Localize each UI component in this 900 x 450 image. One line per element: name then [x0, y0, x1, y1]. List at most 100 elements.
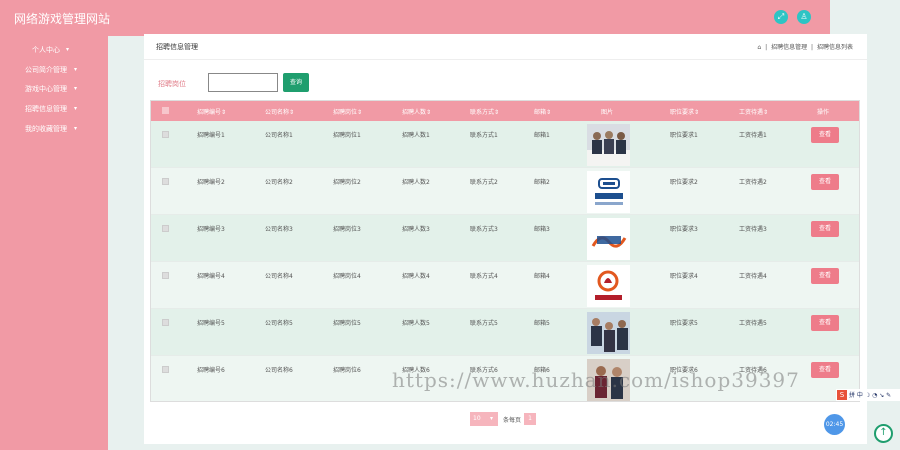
- cell-count: 招聘人数2: [402, 179, 430, 186]
- column-header[interactable]: 招聘岗位⇕: [333, 107, 362, 116]
- table-row: 招聘编号4 公司名称4 招聘岗位4 招聘人数4 联系方式4 邮箱4 职位要求4 …: [151, 262, 859, 309]
- sidebar-item-company[interactable]: 公司简介管理 ▾: [0, 62, 108, 78]
- cell-requirement: 职位要求3: [670, 226, 698, 233]
- sidebar-item-games[interactable]: 游戏中心管理 ▾: [0, 81, 108, 97]
- row-checkbox[interactable]: [162, 225, 169, 232]
- sidebar-item-favorites[interactable]: 我的收藏管理 ▾: [0, 121, 108, 137]
- cell-salary: 工资待遇1: [739, 132, 767, 139]
- recruit-image: [587, 218, 630, 260]
- cell-company: 公司名称3: [265, 226, 293, 233]
- chevron-down-icon: ▾: [74, 66, 78, 73]
- row-checkbox[interactable]: [162, 272, 169, 279]
- column-header[interactable]: 招聘编号⇕: [197, 107, 226, 116]
- column-header: 图片: [601, 109, 614, 116]
- cell-company: 公司名称2: [265, 179, 293, 186]
- column-header[interactable]: 公司名称⇕: [265, 107, 294, 116]
- chevron-down-icon: ▾: [74, 85, 78, 92]
- select-all-checkbox[interactable]: [162, 107, 169, 114]
- sidebar-item-profile[interactable]: 个人中心 ▾: [0, 42, 108, 58]
- sidebar: 个人中心 ▾ 公司简介管理 ▾ 游戏中心管理 ▾ 招聘信息管理 ▾ 我的收藏管理…: [0, 36, 108, 450]
- cell-requirement: 职位要求1: [670, 132, 698, 139]
- cell-requirement: 职位要求4: [670, 273, 698, 280]
- back-to-top-icon[interactable]: ↑: [874, 424, 893, 443]
- home-icon[interactable]: ⌂: [757, 44, 761, 51]
- cell-email: 邮箱1: [534, 132, 550, 139]
- cell-position: 招聘岗位6: [333, 367, 361, 374]
- sidebar-item-recruit[interactable]: 招聘信息管理 ▾: [0, 101, 108, 117]
- column-header[interactable]: 邮箱⇕: [534, 107, 551, 116]
- row-checkbox[interactable]: [162, 366, 169, 373]
- search-input[interactable]: [208, 73, 278, 92]
- cell-contact: 联系方式3: [470, 226, 498, 233]
- cell-contact: 联系方式4: [470, 273, 498, 280]
- page-number[interactable]: 1: [524, 413, 536, 425]
- chevron-down-icon: ▾: [490, 415, 494, 422]
- recruit-image: [587, 124, 630, 166]
- clock-badge: 02:45: [824, 414, 845, 435]
- breadcrumb-item[interactable]: 招聘信息管理: [771, 44, 807, 51]
- recruit-table: 招聘编号⇕ 公司名称⇕ 招聘岗位⇕ 招聘人数⇕ 联系方式⇕ 邮箱⇕ 图片 职位要…: [150, 100, 860, 402]
- table-row: 招聘编号5 公司名称5 招聘岗位5 招聘人数5 联系方式5 邮箱5 职位要求5 …: [151, 309, 859, 356]
- watermark: https://www.huzhan.com/ishop39397: [392, 368, 800, 392]
- top-bar: 网络游戏管理网站 ⤢ ♙: [0, 0, 830, 36]
- cell-position: 招聘岗位1: [333, 132, 361, 139]
- chevron-down-icon: ▾: [66, 46, 70, 53]
- cell-position: 招聘岗位2: [333, 179, 361, 186]
- cell-no: 招聘编号4: [197, 273, 225, 280]
- recruit-image: [587, 265, 630, 307]
- chevron-down-icon: ▾: [74, 105, 78, 112]
- page-size-select[interactable]: 10 ▾: [470, 412, 498, 426]
- cell-company: 公司名称6: [265, 367, 293, 374]
- column-header[interactable]: 工资待遇⇕: [739, 107, 768, 116]
- cell-no: 招聘编号6: [197, 367, 225, 374]
- cell-contact: 联系方式2: [470, 179, 498, 186]
- recruit-image: [587, 171, 630, 213]
- breadcrumb: ⌂ | 招聘信息管理 | 招聘信息列表: [757, 44, 853, 51]
- cell-company: 公司名称4: [265, 273, 293, 280]
- row-checkbox[interactable]: [162, 131, 169, 138]
- search-label: 招聘岗位: [158, 80, 186, 88]
- view-button[interactable]: 查看: [811, 127, 839, 143]
- cell-no: 招聘编号1: [197, 132, 225, 139]
- column-header[interactable]: 招聘人数⇕: [402, 107, 431, 116]
- row-checkbox[interactable]: [162, 178, 169, 185]
- app-title: 网络游戏管理网站: [14, 12, 111, 26]
- chevron-down-icon: ▾: [74, 125, 78, 132]
- sidebar-item-label: 个人中心: [32, 46, 60, 54]
- column-header[interactable]: 联系方式⇕: [470, 107, 499, 116]
- panel-header: 招聘信息管理 ⌂ | 招聘信息管理 | 招聘信息列表: [144, 34, 867, 60]
- table-row: 招聘编号3 公司名称3 招聘岗位3 招聘人数3 联系方式3 邮箱3 职位要求3 …: [151, 215, 859, 262]
- user-icon[interactable]: ♙: [797, 10, 811, 24]
- cell-email: 邮箱4: [534, 273, 550, 280]
- search-button[interactable]: 查询: [283, 73, 309, 92]
- cell-requirement: 职位要求5: [670, 320, 698, 327]
- cell-no: 招聘编号2: [197, 179, 225, 186]
- cell-email: 邮箱5: [534, 320, 550, 327]
- column-header[interactable]: 职位要求⇕: [670, 107, 699, 116]
- view-button[interactable]: 查看: [811, 362, 839, 378]
- view-button[interactable]: 查看: [811, 268, 839, 284]
- sidebar-item-label: 招聘信息管理: [25, 105, 67, 113]
- fullscreen-icon[interactable]: ⤢: [774, 10, 788, 24]
- cell-email: 邮箱3: [534, 226, 550, 233]
- column-header: 操作: [817, 109, 830, 116]
- cell-position: 招聘岗位3: [333, 226, 361, 233]
- view-button[interactable]: 查看: [811, 221, 839, 237]
- view-button[interactable]: 查看: [811, 174, 839, 190]
- cell-company: 公司名称5: [265, 320, 293, 327]
- table-row: 招聘编号2 公司名称2 招聘岗位2 招聘人数2 联系方式2 邮箱2 职位要求2 …: [151, 168, 859, 215]
- cell-count: 招聘人数5: [402, 320, 430, 327]
- page-title: 招聘信息管理: [156, 43, 198, 51]
- cell-count: 招聘人数1: [402, 132, 430, 139]
- cell-count: 招聘人数4: [402, 273, 430, 280]
- ime-toolbar[interactable]: S拼 中 ☽ ◔ ↘ ✎: [836, 389, 900, 401]
- row-checkbox[interactable]: [162, 319, 169, 326]
- sidebar-item-label: 公司简介管理: [25, 66, 67, 74]
- ime-status: 拼 中 ☽ ◔ ↘ ✎: [849, 392, 892, 399]
- cell-requirement: 职位要求2: [670, 179, 698, 186]
- cell-company: 公司名称1: [265, 132, 293, 139]
- cell-count: 招聘人数3: [402, 226, 430, 233]
- breadcrumb-item: 招聘信息列表: [816, 44, 853, 51]
- view-button[interactable]: 查看: [811, 315, 839, 331]
- per-page-label: 条每页: [503, 417, 522, 424]
